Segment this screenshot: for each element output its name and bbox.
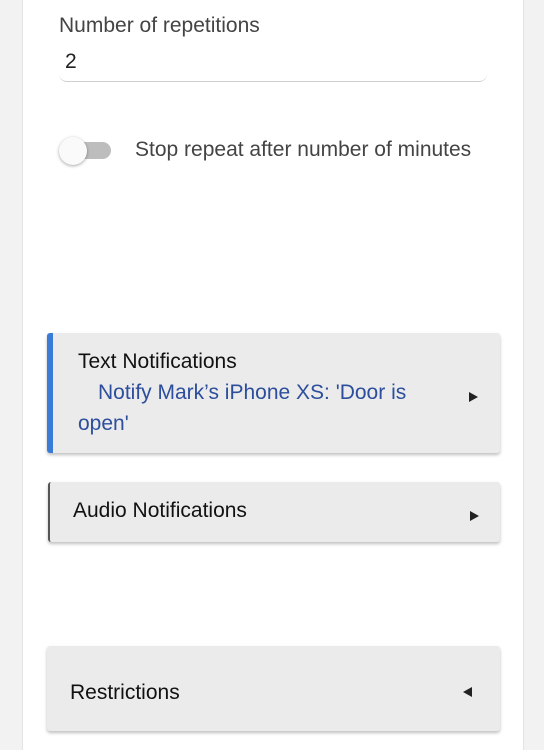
toggle-knob <box>59 137 87 165</box>
settings-page: Number of repetitions 2 Stop repeat afte… <box>22 0 524 750</box>
triangle-right-icon <box>469 392 478 402</box>
audio-notifications-title: Audio Notifications <box>73 499 247 522</box>
text-notifications-section[interactable]: Text Notifications Notify Mark’s iPhone … <box>47 333 500 453</box>
text-notifications-title: Text Notifications <box>78 350 237 373</box>
stop-repeat-label: Stop repeat after number of minutes <box>135 138 472 161</box>
triangle-left-icon <box>463 687 472 697</box>
audio-notifications-section[interactable]: Audio Notifications <box>48 482 500 542</box>
repetitions-label: Number of repetitions <box>59 14 260 37</box>
restrictions-section[interactable]: Restrictions <box>47 646 500 731</box>
repetitions-input[interactable]: 2 <box>59 42 487 82</box>
restrictions-title: Restrictions <box>70 681 180 704</box>
stop-repeat-toggle[interactable] <box>59 137 113 165</box>
text-notifications-summary: Notify Mark’s iPhone XS: 'Door is open' <box>78 381 407 435</box>
triangle-right-icon <box>470 511 479 521</box>
